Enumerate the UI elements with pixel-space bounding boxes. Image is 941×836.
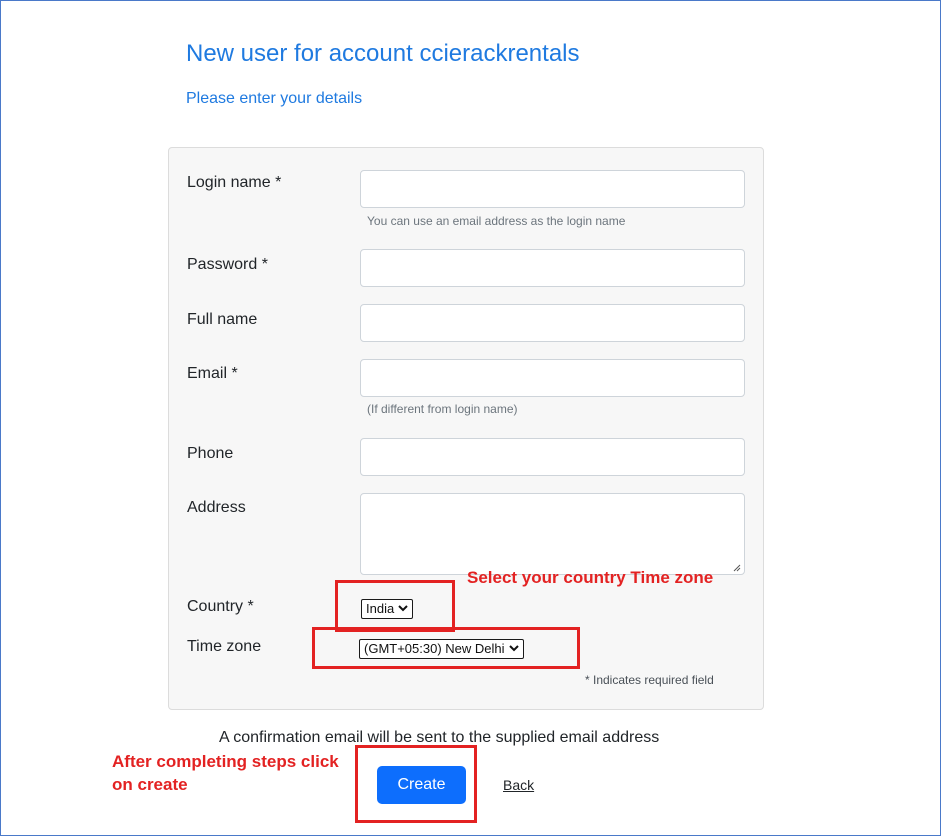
email-input[interactable]	[360, 359, 745, 397]
timezone-annotation: Select your country Time zone	[467, 568, 714, 587]
login-name-label: Login name *	[187, 174, 282, 191]
back-link[interactable]: Back	[503, 777, 534, 793]
email-label: Email *	[187, 365, 238, 382]
time-zone-label: Time zone	[187, 638, 262, 655]
email-help: (If different from login name)	[367, 402, 518, 416]
registration-form-panel	[168, 147, 764, 710]
chevron-down-icon	[508, 641, 519, 659]
password-label: Password *	[187, 256, 268, 273]
address-label: Address	[187, 499, 246, 516]
phone-input[interactable]	[360, 438, 745, 476]
full-name-input[interactable]	[360, 304, 745, 342]
country-select-value: India	[366, 601, 395, 616]
time-zone-select[interactable]: (GMT+05:30) New Delhi	[359, 639, 524, 659]
create-annotation: After completing steps click on create	[112, 752, 339, 794]
full-name-label: Full name	[187, 311, 258, 328]
country-select[interactable]: India	[361, 599, 414, 619]
country-label: Country *	[187, 598, 254, 615]
create-button[interactable]: Create	[377, 766, 466, 804]
page-subtitle: Please enter your details	[186, 90, 363, 107]
password-input[interactable]	[360, 249, 745, 287]
required-field-note: * Indicates required field	[585, 673, 714, 687]
time-zone-select-value: (GMT+05:30) New Delhi	[364, 641, 505, 656]
login-name-input[interactable]	[360, 170, 745, 208]
confirmation-message: A confirmation email will be sent to the…	[219, 729, 660, 746]
address-textarea[interactable]	[360, 493, 745, 575]
login-name-help: You can use an email address as the logi…	[367, 214, 626, 228]
phone-label: Phone	[187, 445, 234, 462]
chevron-down-icon	[398, 601, 408, 619]
page-title: New user for account ccierackrentals	[186, 40, 580, 67]
